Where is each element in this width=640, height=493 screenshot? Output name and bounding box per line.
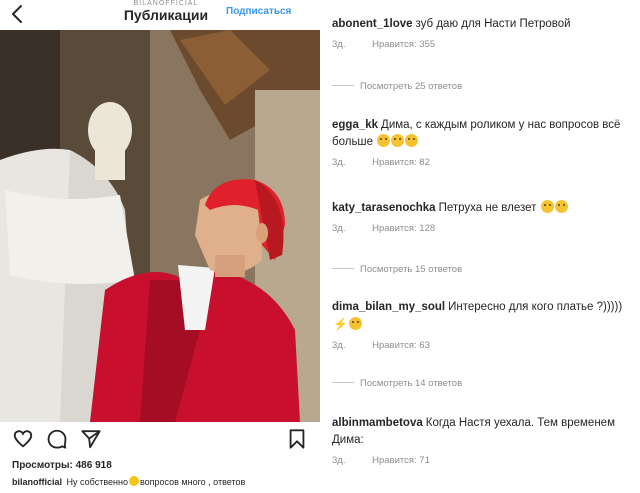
like-button[interactable] xyxy=(12,428,34,450)
comment-meta: 3д. Нравится: 355 xyxy=(332,39,632,50)
comment-time: 3д. xyxy=(332,39,346,50)
comment-text: egga_kk Дима, с каждым роликом у нас вопр… xyxy=(332,117,632,151)
comment-time: 3д. xyxy=(332,455,346,466)
back-arrow-icon xyxy=(12,5,22,23)
comment-likes[interactable]: Нравится: 82 xyxy=(372,157,430,168)
comment-text: dima_bilan_my_soul Интересно для кого пла… xyxy=(332,299,632,334)
post-header: BILANOFFICIAL Публикации Подписаться xyxy=(0,0,320,30)
comment-username[interactable]: abonent_1love xyxy=(332,18,413,30)
share-button[interactable] xyxy=(80,428,102,450)
comment-time: 3д. xyxy=(332,340,346,351)
lightning-emoji-icon: ⚡ xyxy=(333,317,348,331)
comment-time: 3д. xyxy=(332,157,346,168)
comment-likes[interactable]: Нравится: 128 xyxy=(372,223,435,234)
post-actions xyxy=(0,428,320,452)
follow-button[interactable]: Подписаться xyxy=(226,6,291,17)
comments-panel: abonent_1love зуб даю для Насти Петровой … xyxy=(320,0,640,493)
view-replies-label: Посмотреть 15 ответов xyxy=(360,264,463,275)
caption-text-end: вопросов много , ответов xyxy=(139,477,246,487)
comment-username[interactable]: katy_tarasenochka xyxy=(332,202,436,214)
comment-text: katy_tarasenochka Петруха не влезет xyxy=(332,200,632,217)
comment-button[interactable] xyxy=(46,428,68,450)
comment-item: abonent_1love зуб даю для Насти Петровой … xyxy=(332,16,632,50)
comment-meta: 3д. Нравится: 63 xyxy=(332,340,632,351)
save-button[interactable] xyxy=(286,428,308,450)
divider xyxy=(332,268,354,269)
post-panel: BILANOFFICIAL Публикации Подписаться Про… xyxy=(0,0,320,493)
post-caption: bilanofficial Ну собственно вопросов мног… xyxy=(12,476,245,487)
caption-text-start: Ну собственно xyxy=(66,477,128,487)
views-label: Просмотры: xyxy=(12,460,73,471)
post-image xyxy=(0,30,320,422)
comment-body: Петруха не влезет xyxy=(438,202,537,214)
comment-meta: 3д. Нравится: 128 xyxy=(332,223,632,234)
comment-text: albinmambetova Когда Настя уехала. Тем вр… xyxy=(332,415,632,449)
view-replies-button[interactable]: Посмотреть 14 ответов xyxy=(332,378,462,389)
comment-username[interactable]: albinmambetova xyxy=(332,417,423,429)
laughing-emoji-icon xyxy=(554,200,568,213)
comment-item: albinmambetova Когда Настя уехала. Тем вр… xyxy=(332,415,632,466)
comment-meta: 3д. Нравится: 71 xyxy=(332,455,632,466)
comment-icon xyxy=(47,429,67,449)
comment-item: dima_bilan_my_soul Интересно для кого пла… xyxy=(332,299,632,351)
comment-text: abonent_1love зуб даю для Насти Петровой xyxy=(332,16,632,33)
laughing-emoji-icon xyxy=(540,200,554,213)
comment-likes[interactable]: Нравится: 63 xyxy=(372,340,430,351)
laughing-emoji-icon xyxy=(128,476,139,486)
laughing-emoji-icon xyxy=(391,134,405,147)
comment-meta: 3д. Нравится: 82 xyxy=(332,157,632,168)
view-replies-button[interactable]: Посмотреть 15 ответов xyxy=(332,264,462,275)
comment-body: зуб даю для Насти Петровой xyxy=(415,18,571,30)
page-title: Публикации xyxy=(123,7,209,23)
comment-item: katy_tarasenochka Петруха не влезет 3д. Н… xyxy=(332,200,632,234)
back-button[interactable] xyxy=(6,2,30,26)
views-number: 486 918 xyxy=(75,460,112,471)
post-photo[interactable] xyxy=(0,30,320,422)
divider xyxy=(332,382,354,383)
views-count: Просмотры: 486 918 xyxy=(12,460,112,471)
heart-icon xyxy=(13,430,33,448)
share-icon xyxy=(81,430,101,449)
view-replies-label: Посмотреть 14 ответов xyxy=(360,378,463,389)
comment-body: Интересно для кого платье ?))))) xyxy=(448,301,623,313)
comment-item: egga_kk Дима, с каждым роликом у нас вопр… xyxy=(332,117,632,168)
view-replies-label: Посмотреть 25 ответов xyxy=(360,81,463,92)
account-name: BILANOFFICIAL xyxy=(133,0,199,7)
comment-likes[interactable]: Нравится: 71 xyxy=(372,455,430,466)
laughing-emoji-icon xyxy=(405,134,419,147)
comment-time: 3д. xyxy=(332,223,346,234)
caption-username[interactable]: bilanofficial xyxy=(12,477,62,487)
comment-username[interactable]: dima_bilan_my_soul xyxy=(332,301,445,313)
comment-username[interactable]: egga_kk xyxy=(332,119,378,131)
laughing-emoji-icon xyxy=(348,317,362,330)
view-replies-button[interactable]: Посмотреть 25 ответов xyxy=(332,81,462,92)
bookmark-icon xyxy=(289,429,305,449)
divider xyxy=(332,85,354,86)
comment-likes[interactable]: Нравится: 355 xyxy=(372,39,435,50)
laughing-emoji-icon xyxy=(377,134,391,147)
